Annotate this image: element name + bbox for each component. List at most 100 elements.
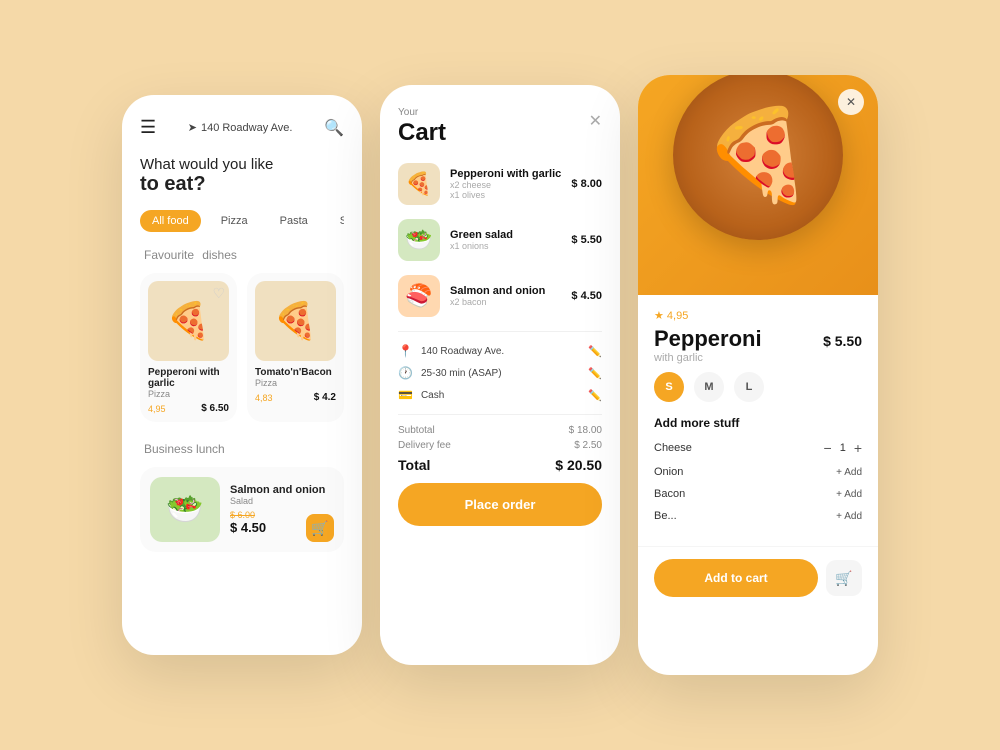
- cart-item-pizza-price: $ 8.00: [571, 178, 602, 190]
- addon-be: Be... + Add: [654, 510, 862, 522]
- cart-title: Cart: [398, 119, 446, 147]
- addon-cheese: Cheese − 1 +: [654, 440, 862, 456]
- cart-payment-row: 💳 Cash ✏️: [398, 388, 602, 402]
- grand-total-row: Total $ 20.50: [398, 457, 602, 473]
- cart-item-salmon-price: $ 4.50: [571, 290, 602, 302]
- addon-cheese-name: Cheese: [654, 442, 692, 454]
- size-selector: S M L: [654, 372, 862, 402]
- cheese-qty: 1: [840, 442, 846, 454]
- cart-item-pizza-details2: x1 olives: [450, 190, 561, 200]
- cart-icon-button[interactable]: 🛒: [826, 560, 862, 596]
- business-lunch-title: Business lunch: [140, 440, 344, 457]
- size-m-button[interactable]: M: [694, 372, 724, 402]
- detail-body: ★ 4,95 Pepperoni with garlic $ 5.50 S M …: [638, 295, 878, 546]
- detail-hero: 🍕 ✕: [638, 75, 878, 295]
- cart-address: 140 Roadway Ave.: [421, 346, 504, 357]
- add-to-cart-button[interactable]: Add to cart: [654, 559, 818, 597]
- fav-tomato-name: Tomato'n'Bacon: [255, 367, 336, 378]
- location-pin-icon: 📍: [398, 344, 413, 358]
- fav-pepperoni-rating: 4,95: [148, 404, 166, 414]
- pizza-image: 🍕: [673, 75, 843, 240]
- cart-item-salad: 🥗 Green salad x1 onions $ 5.50: [398, 219, 602, 261]
- cart-close-button[interactable]: ✕: [589, 111, 602, 131]
- cart-totals: Subtotal $ 18.00 Delivery fee $ 2.50 Tot…: [398, 414, 602, 473]
- cart-time-row: 🕐 25-30 min (ASAP) ✏️: [398, 366, 602, 380]
- location-text: 140 Roadway Ave.: [201, 122, 293, 134]
- fav-item-tomato[interactable]: 🍕 Tomato'n'Bacon Pizza 4,83 $ 4.2: [247, 273, 344, 422]
- fav-pepperoni-name: Pepperoni with garlic: [148, 367, 229, 389]
- cheese-minus-button[interactable]: −: [824, 440, 832, 456]
- lunch-card[interactable]: 🥗 Salmon and onion Salad $ 6.00 $ 4.50 🛒: [140, 467, 344, 552]
- tab-pasta[interactable]: Pasta: [268, 210, 320, 232]
- addon-bacon: Bacon + Add: [654, 488, 862, 500]
- cart-item-salad-details1: x1 onions: [450, 241, 561, 251]
- time-edit-icon[interactable]: ✏️: [588, 367, 602, 380]
- place-order-button[interactable]: Place order: [398, 483, 602, 526]
- detail-screen: 🍕 ✕ ★ 4,95 Pepperoni with garlic $ 5.50 …: [638, 75, 878, 675]
- card-icon: 💳: [398, 388, 413, 402]
- cart-time: 25-30 min (ASAP): [421, 368, 502, 379]
- fav-pepperoni-price: $ 6.50: [201, 403, 229, 414]
- be-add-label[interactable]: + Add: [836, 511, 862, 522]
- addon-bacon-name: Bacon: [654, 488, 685, 500]
- favourite-title: Favourite dishes: [140, 246, 344, 263]
- search-icon[interactable]: 🔍: [324, 118, 344, 138]
- subtotal-row: Subtotal $ 18.00: [398, 425, 602, 436]
- fav-pepperoni-category: Pizza: [148, 389, 229, 399]
- total-label: Total: [398, 457, 430, 473]
- cart-item-salad-name: Green salad: [450, 229, 561, 241]
- home-screen: ☰ ➤ 140 Roadway Ave. 🔍 What would you li…: [122, 95, 362, 655]
- lunch-category: Salad: [230, 496, 334, 506]
- cart-item-salmon-img: 🍣: [398, 275, 440, 317]
- delivery-value: $ 2.50: [574, 440, 602, 451]
- addon-onion-name: Onion: [654, 466, 683, 478]
- lunch-img: 🥗: [150, 477, 220, 542]
- cart-item-pizza-name: Pepperoni with garlic: [450, 168, 561, 180]
- detail-close-button[interactable]: ✕: [838, 89, 864, 115]
- slash-decoration: //: [850, 613, 858, 645]
- address-edit-icon[interactable]: ✏️: [588, 345, 602, 358]
- delivery-label: Delivery fee: [398, 440, 451, 451]
- total-value: $ 20.50: [555, 457, 602, 473]
- addon-be-name: Be...: [654, 510, 677, 522]
- cart-items-list: 🍕 Pepperoni with garlic x2 cheese x1 oli…: [398, 163, 602, 317]
- home-topbar: ☰ ➤ 140 Roadway Ave. 🔍: [140, 117, 344, 138]
- fav-tomato-img: 🍕: [255, 281, 336, 361]
- cart-item-pizza-img: 🍕: [398, 163, 440, 205]
- cart-item-salmon-name: Salmon and onion: [450, 285, 561, 297]
- location-icon: ➤: [188, 121, 197, 134]
- cheese-plus-button[interactable]: +: [854, 440, 862, 456]
- cart-your-label: Your: [398, 107, 446, 118]
- onion-add-label[interactable]: + Add: [836, 467, 862, 478]
- favourites-grid: 🍕 ♡ Pepperoni with garlic Pizza 4,95 $ 6…: [140, 273, 344, 422]
- lunch-name: Salmon and onion: [230, 484, 334, 496]
- delivery-row: Delivery fee $ 2.50: [398, 440, 602, 451]
- size-l-button[interactable]: L: [734, 372, 764, 402]
- detail-rating: ★ 4,95: [654, 309, 862, 322]
- cart-badge[interactable]: 🛒: [306, 514, 334, 542]
- subtotal-label: Subtotal: [398, 425, 435, 436]
- fav-tomato-rating: 4,83: [255, 393, 273, 403]
- add-more-title: Add more stuff: [654, 416, 862, 430]
- cart-item-pepperoni: 🍕 Pepperoni with garlic x2 cheese x1 oli…: [398, 163, 602, 205]
- fav-item-pepperoni[interactable]: 🍕 ♡ Pepperoni with garlic Pizza 4,95 $ 6…: [140, 273, 237, 422]
- cart-meta: 📍 140 Roadway Ave. ✏️ 🕐 25-30 min (ASAP)…: [398, 331, 602, 402]
- cart-item-salmon: 🍣 Salmon and onion x2 bacon $ 4.50: [398, 275, 602, 317]
- subtotal-value: $ 18.00: [569, 425, 602, 436]
- location-label[interactable]: ➤ 140 Roadway Ave.: [188, 121, 293, 134]
- category-tabs: All food Pizza Pasta Sushi: [140, 210, 344, 232]
- heart-icon[interactable]: ♡: [212, 285, 225, 302]
- bacon-add-label[interactable]: + Add: [836, 489, 862, 500]
- size-s-button[interactable]: S: [654, 372, 684, 402]
- home-headline: What would you like to eat?: [140, 156, 344, 196]
- detail-price: $ 5.50: [823, 333, 862, 349]
- tab-all-food[interactable]: All food: [140, 210, 201, 232]
- tab-pizza[interactable]: Pizza: [209, 210, 260, 232]
- fav-tomato-price: $ 4.2: [314, 392, 336, 403]
- detail-subtitle: with garlic: [654, 352, 762, 364]
- menu-icon[interactable]: ☰: [140, 117, 156, 138]
- tab-sushi[interactable]: Sushi: [328, 210, 344, 232]
- cart-topbar: Your Cart ✕: [398, 107, 602, 147]
- payment-edit-icon[interactable]: ✏️: [588, 389, 602, 402]
- detail-footer: Add to cart 🛒: [638, 546, 878, 609]
